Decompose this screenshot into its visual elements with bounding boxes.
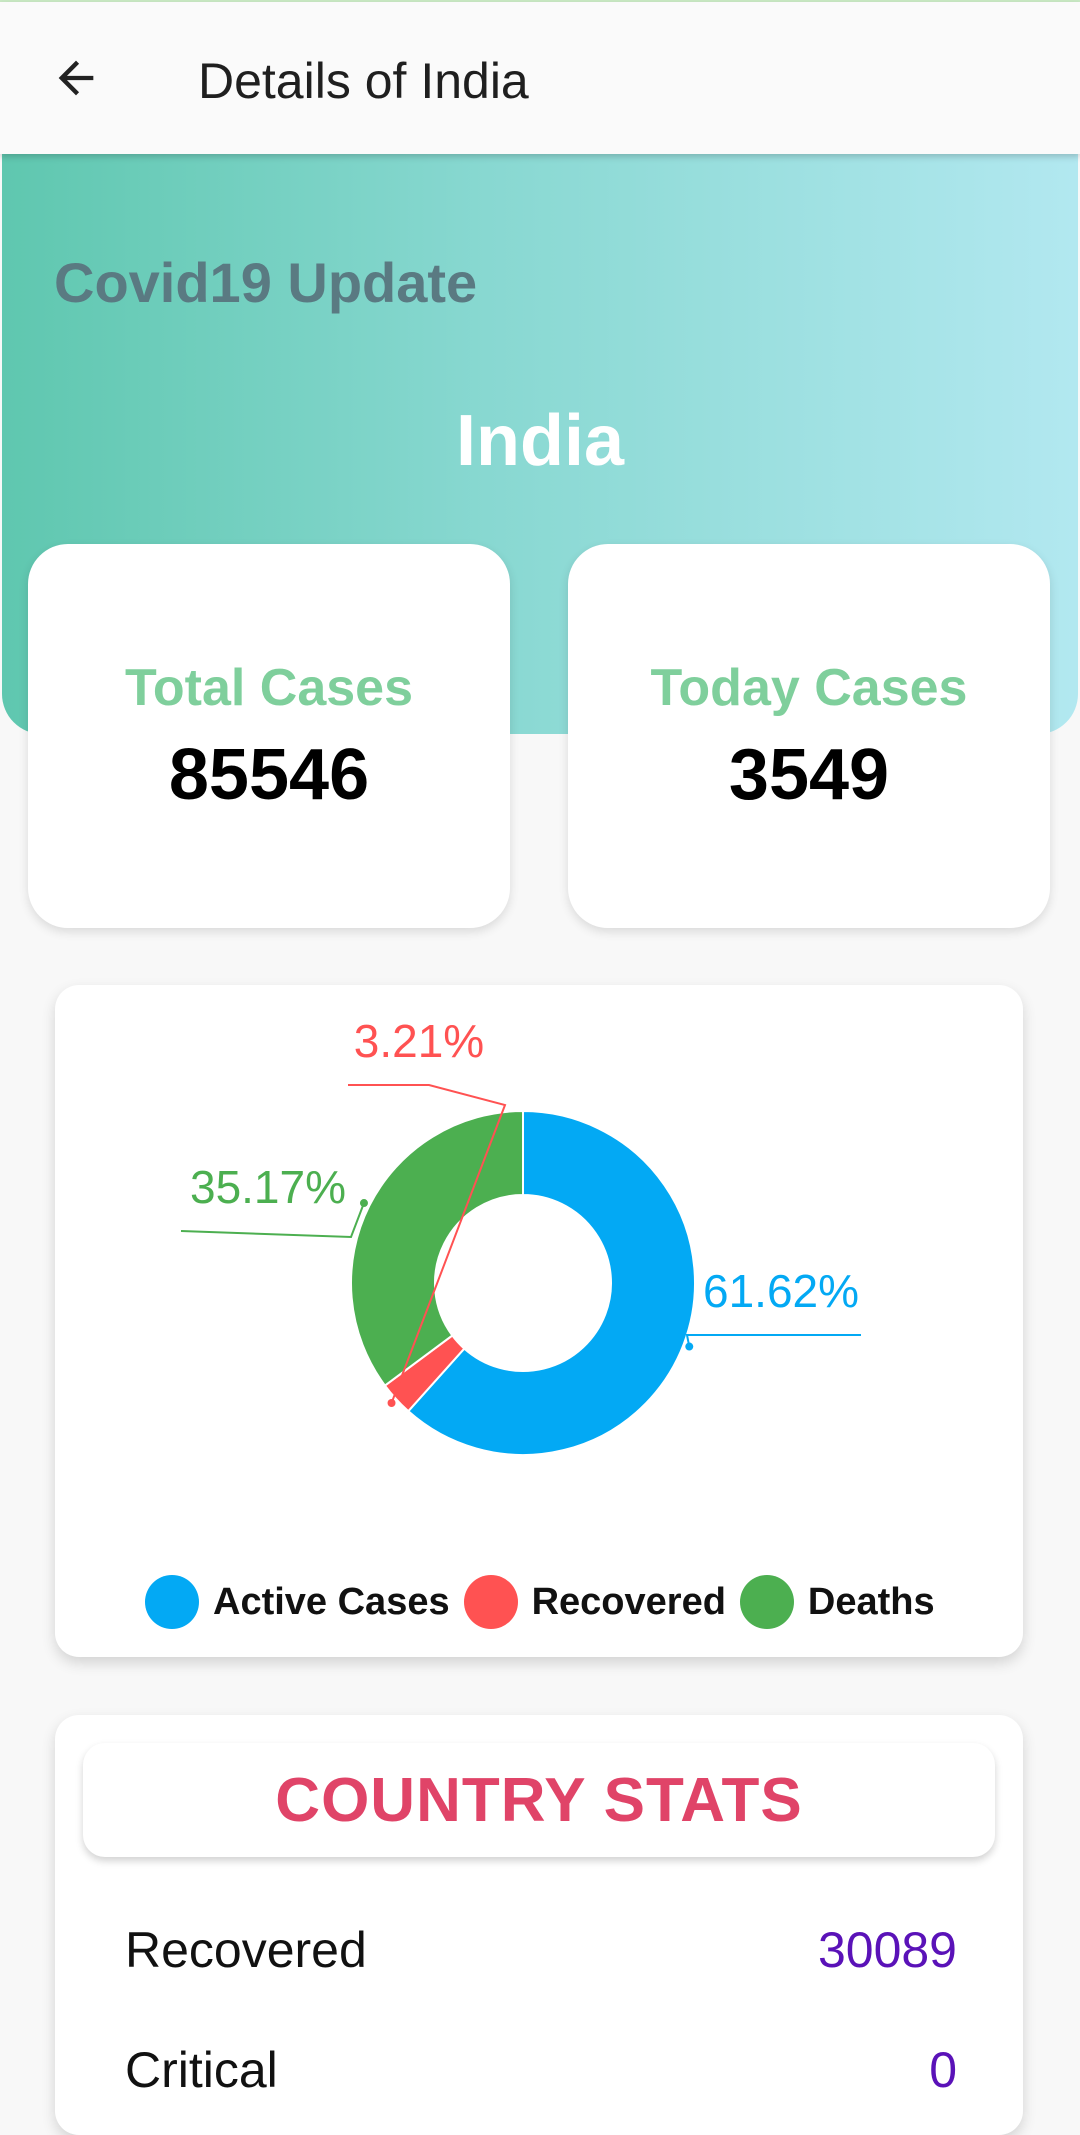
legend-item-deaths: Deaths [739, 1575, 935, 1629]
page-title: Details of India [198, 53, 529, 109]
legend-swatch-deaths [739, 1575, 794, 1629]
stats-row-value: 30089 [817, 1922, 957, 1978]
stats-row-value: 0 [929, 2042, 957, 2098]
value-label-deaths: 35.17% [190, 1161, 346, 1213]
back-button[interactable] [40, 42, 112, 114]
value-label-recovered: 3.21% [354, 1015, 484, 1067]
country-stats-title: COUNTRY STATS [275, 1765, 803, 1835]
total-cases-label: Total Cases [124, 659, 414, 717]
legend-item-recovered: Recovered [463, 1575, 726, 1629]
stats-row-label: Critical [125, 2042, 278, 2098]
legend-item-active: Active Cases [145, 1575, 450, 1629]
country-name: India [455, 401, 624, 481]
today-cases-card: Today Cases 3549 [568, 544, 1050, 928]
donut-chart: 61.62% 3.21% 35.17% [180, 1015, 861, 1456]
legend-label-deaths: Deaths [807, 1580, 935, 1623]
stats-row-label: Recovered [125, 1922, 367, 1978]
today-cases-label: Today Cases [650, 659, 968, 717]
hero-subtitle: Covid19 Update [54, 251, 478, 314]
cases-donut-chart-card: 61.62% 3.21% 35.17% Active Cases Recovered… [55, 985, 1023, 1657]
legend-label-active: Active Cases [213, 1580, 450, 1623]
donut-slice-deaths [350, 1109, 524, 1387]
country-stats-card: COUNTRY STATS Recovered 30089 Critical 0 [55, 1715, 1023, 2135]
value-label-active: 61.62% [703, 1265, 859, 1317]
country-stats-header: COUNTRY STATS [83, 1743, 995, 1857]
chart-legend: Active Cases Recovered Deaths [145, 1575, 949, 1629]
label-leader-active [685, 1334, 861, 1347]
legend-label-recovered: Recovered [531, 1580, 726, 1623]
app-bar: Details of India [0, 2, 1080, 154]
today-cases-value: 3549 [728, 735, 890, 815]
label-anchor-recovered [387, 1399, 396, 1408]
total-cases-value: 85546 [168, 735, 370, 815]
arrow-left-icon [58, 60, 94, 96]
legend-swatch-active [145, 1575, 199, 1629]
legend-swatch-recovered [463, 1575, 518, 1629]
label-anchor-active [685, 1342, 694, 1351]
total-cases-card: Total Cases 85546 [28, 544, 510, 928]
stats-row-critical: Critical 0 [125, 2035, 957, 2105]
label-anchor-deaths [359, 1199, 368, 1208]
stats-row-recovered: Recovered 30089 [125, 1915, 957, 1985]
